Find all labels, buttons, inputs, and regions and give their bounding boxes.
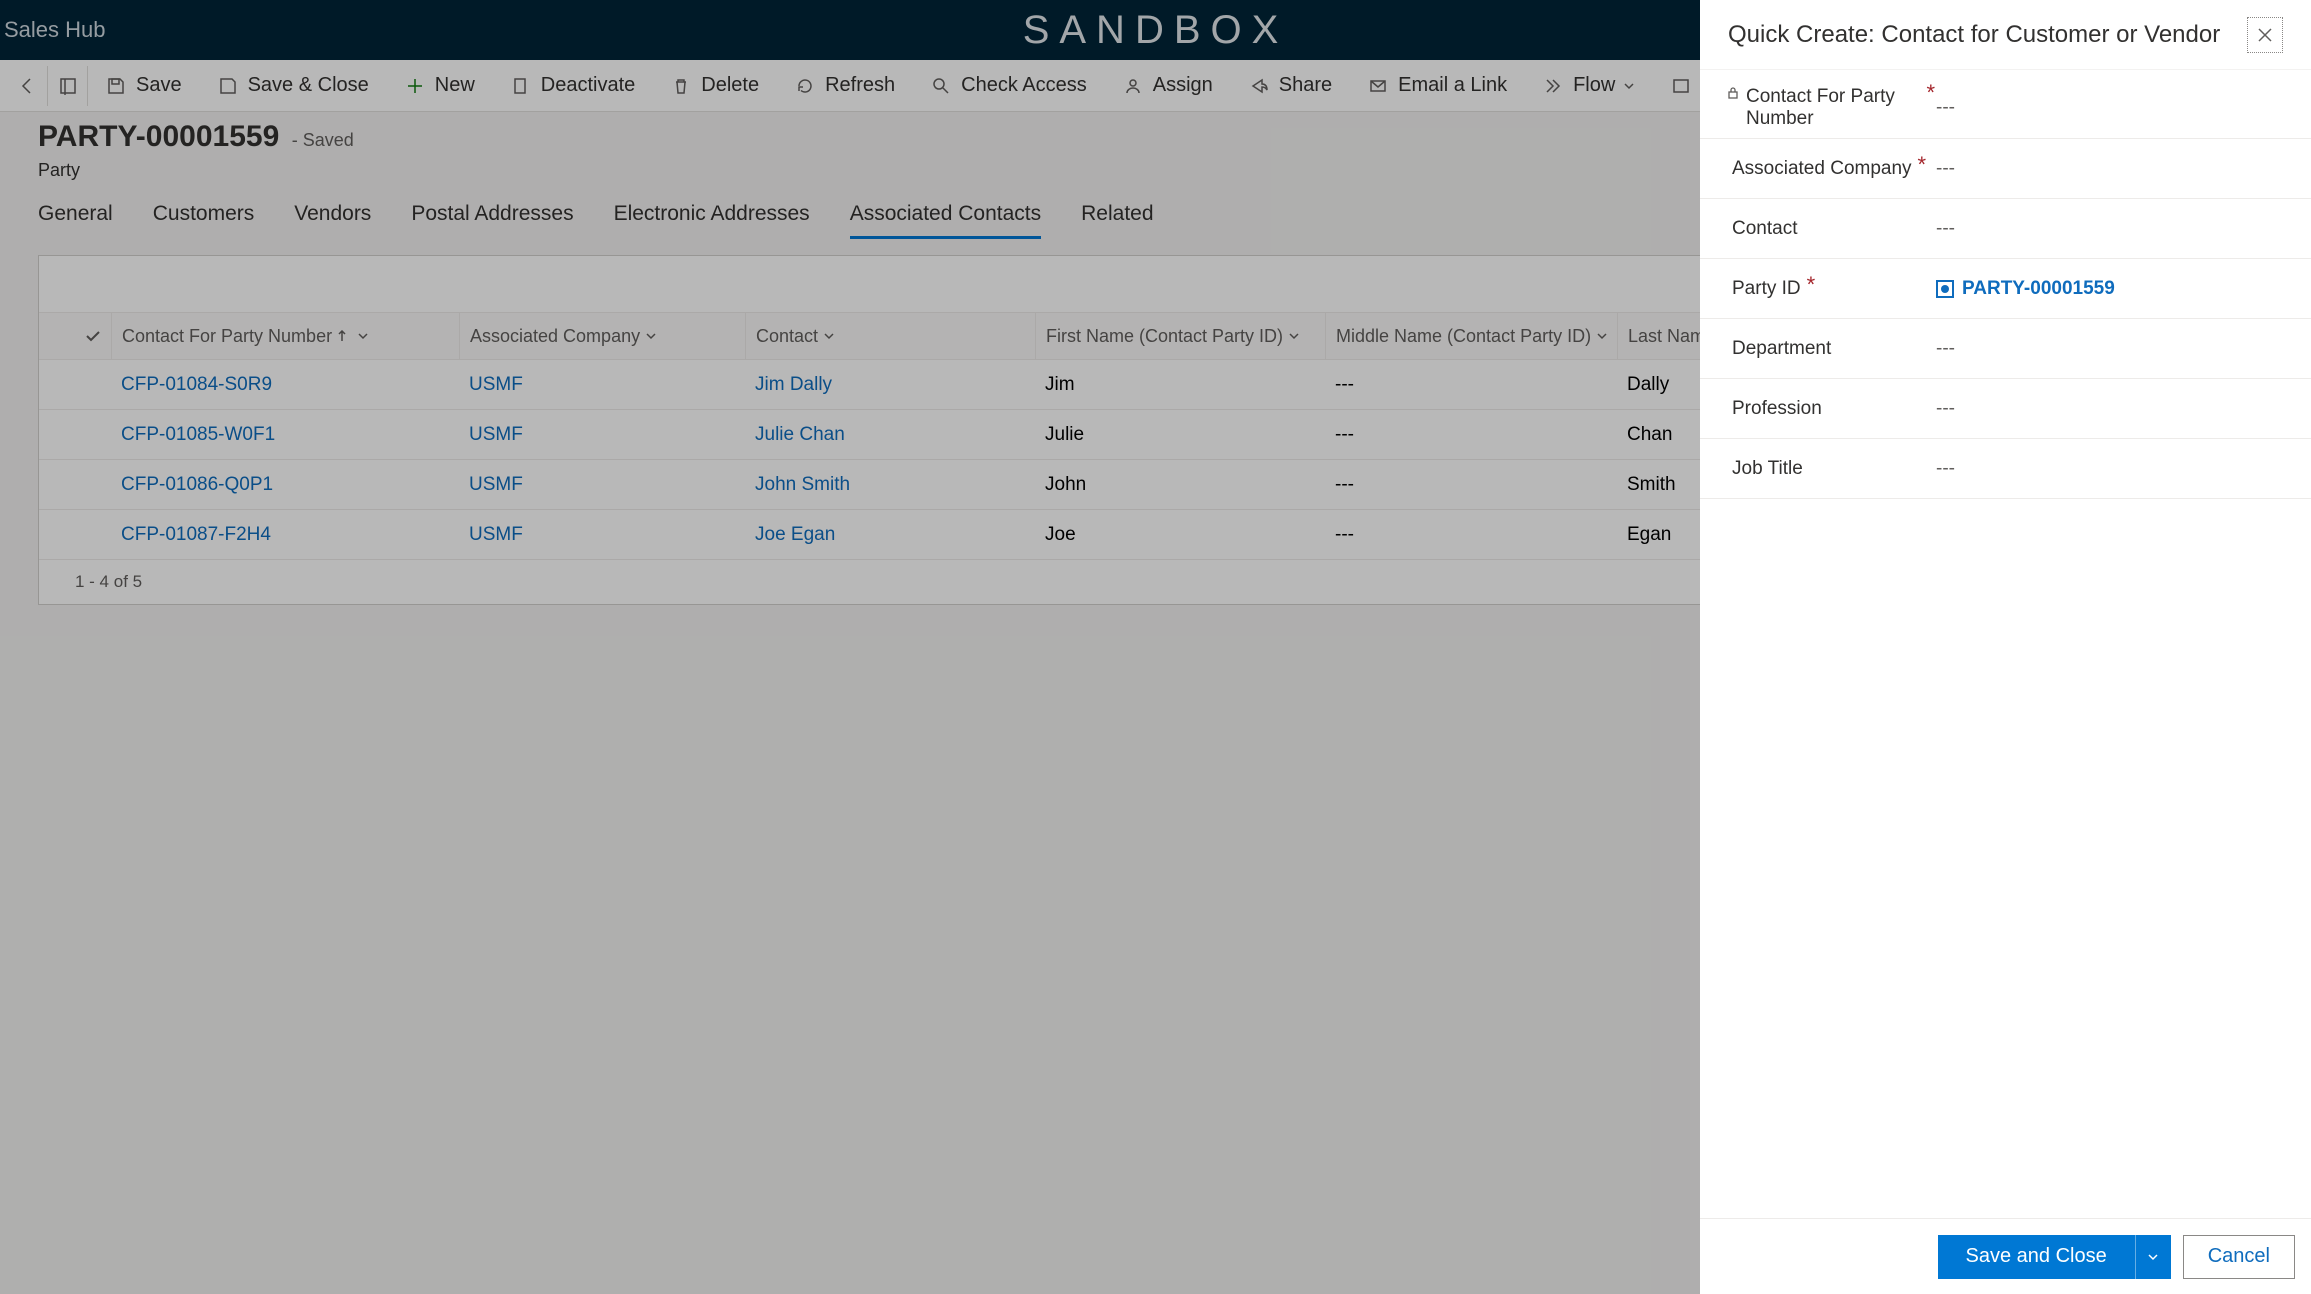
field-value: --- bbox=[1936, 398, 1955, 420]
field-label-text: Contact bbox=[1732, 218, 1797, 240]
split-button-chevron[interactable] bbox=[2135, 1235, 2171, 1279]
panel-body: Contact For Party Number * --- Associate… bbox=[1700, 70, 2311, 1218]
close-icon bbox=[2257, 27, 2273, 43]
field-department[interactable]: Department --- bbox=[1700, 319, 2311, 379]
cancel-button[interactable]: Cancel bbox=[2183, 1235, 2295, 1279]
field-value: --- bbox=[1936, 97, 1955, 119]
lookup-entity-icon bbox=[1936, 280, 1954, 298]
panel-footer: Save and Close Cancel bbox=[1700, 1218, 2311, 1294]
quick-create-panel: Quick Create: Contact for Customer or Ve… bbox=[1700, 0, 2311, 1294]
field-job-title[interactable]: Job Title --- bbox=[1700, 439, 2311, 499]
field-value: --- bbox=[1936, 338, 1955, 360]
lookup-text: PARTY-00001559 bbox=[1962, 278, 2115, 300]
close-button[interactable] bbox=[2247, 17, 2283, 53]
field-value: --- bbox=[1936, 458, 1955, 480]
field-label-text: Associated Company bbox=[1732, 158, 1912, 180]
field-value: --- bbox=[1936, 218, 1955, 240]
field-associated-company[interactable]: Associated Company * --- bbox=[1700, 139, 2311, 199]
chevron-down-icon bbox=[2147, 1251, 2159, 1263]
required-indicator: * bbox=[1918, 158, 1930, 172]
lookup-value[interactable]: PARTY-00001559 bbox=[1936, 278, 2115, 300]
panel-title: Quick Create: Contact for Customer or Ve… bbox=[1728, 21, 2247, 49]
field-label-text: Department bbox=[1732, 338, 1831, 360]
field-label-text: Profession bbox=[1732, 398, 1822, 420]
field-label-text: Contact For Party Number bbox=[1746, 86, 1921, 130]
field-party-id[interactable]: Party ID * PARTY-00001559 bbox=[1700, 259, 2311, 319]
panel-header: Quick Create: Contact for Customer or Ve… bbox=[1700, 0, 2311, 70]
required-indicator: * bbox=[1927, 86, 1936, 100]
required-indicator: * bbox=[1807, 278, 1819, 292]
field-profession[interactable]: Profession --- bbox=[1700, 379, 2311, 439]
field-contact-for-party-number[interactable]: Contact For Party Number * --- bbox=[1700, 78, 2311, 139]
field-label-text: Job Title bbox=[1732, 458, 1803, 480]
save-and-close-label: Save and Close bbox=[1938, 1245, 2135, 1268]
save-and-close-button[interactable]: Save and Close bbox=[1938, 1235, 2171, 1279]
field-contact[interactable]: Contact --- bbox=[1700, 199, 2311, 259]
modal-overlay[interactable] bbox=[0, 0, 1700, 1294]
field-label-text: Party ID bbox=[1732, 278, 1801, 300]
lock-icon bbox=[1726, 86, 1740, 100]
cancel-label: Cancel bbox=[2208, 1245, 2270, 1268]
field-value: --- bbox=[1936, 158, 1955, 180]
